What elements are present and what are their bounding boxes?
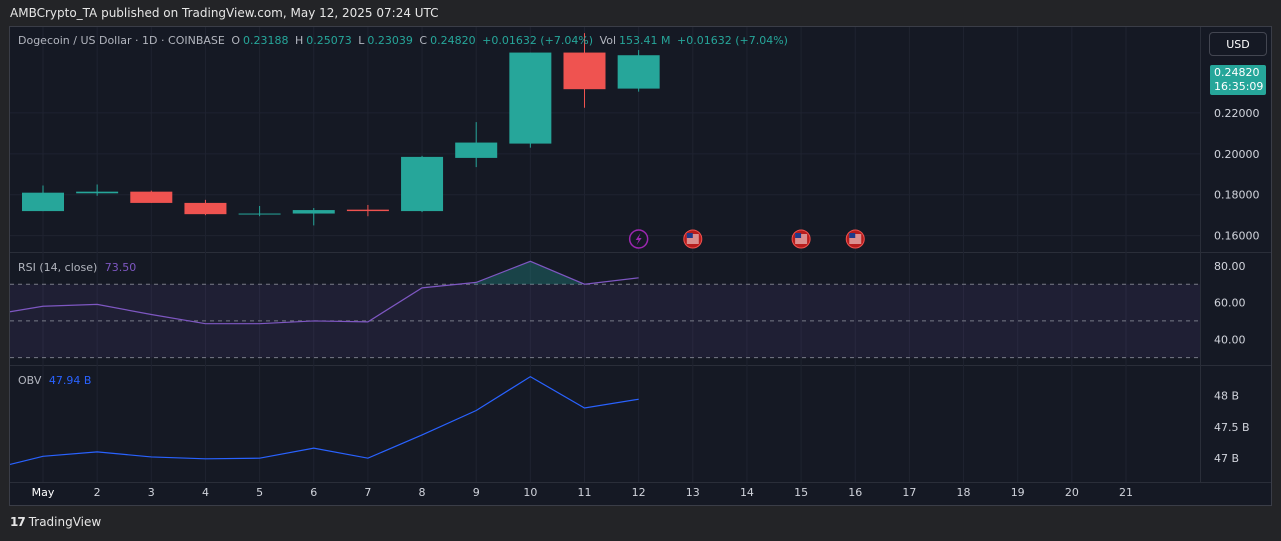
time-axis-label: 19 [1011, 486, 1025, 499]
candle-body[interactable] [184, 202, 227, 215]
obv-tick-label: 47.5 B [1214, 421, 1250, 434]
time-axis-label: 2 [94, 486, 101, 499]
volume-value: 153.41 M [619, 34, 671, 47]
candle-body[interactable] [346, 209, 389, 212]
currency-button[interactable]: USD [1209, 32, 1267, 56]
close-value: 0.24820 [430, 34, 476, 47]
price-tick-label: 0.18000 [1214, 189, 1260, 202]
time-axis-label: 10 [523, 486, 537, 499]
candle-body[interactable] [238, 213, 281, 215]
time-axis-label: 7 [364, 486, 371, 499]
time-axis-label: 3 [148, 486, 155, 499]
time-axis-label: 18 [957, 486, 971, 499]
time-axis-label: 20 [1065, 486, 1079, 499]
time-axis-label: 17 [902, 486, 916, 499]
volume-label: Vol [599, 34, 617, 47]
obv-value: 47.94 B [48, 374, 92, 387]
time-axis-label: 12 [632, 486, 646, 499]
time-axis-label: 15 [794, 486, 808, 499]
candle-body[interactable] [401, 156, 444, 212]
obv-label[interactable]: OBV [18, 374, 41, 387]
time-axis-label: 4 [202, 486, 209, 499]
candle-body[interactable] [130, 191, 173, 203]
footer-brand: TradingView [28, 515, 102, 529]
high-label: H [295, 34, 304, 47]
time-axis-label: 11 [578, 486, 592, 499]
low-label: L [358, 34, 365, 47]
change-value: +0.01632 (+7.04%) [482, 34, 594, 47]
obv-line[interactable] [9, 375, 639, 466]
us-flag-icon [795, 233, 802, 238]
price-tick-label: 0.22000 [1214, 107, 1260, 120]
time-axis-label: 13 [686, 486, 700, 499]
candle-body[interactable] [617, 55, 660, 89]
symbol-name[interactable]: Dogecoin / US Dollar · 1D · COINBASE [18, 34, 225, 47]
time-axis-label: May [32, 486, 55, 499]
rsi-tick-label: 80.00 [1214, 260, 1246, 273]
rsi-tick-label: 40.00 [1214, 333, 1246, 346]
bar-countdown: 16:35:09 [1214, 80, 1264, 93]
chart-canvas[interactable]: 0.220000.200000.180000.1600080.0060.0040… [0, 0, 1281, 541]
candle-body[interactable] [292, 210, 335, 214]
last-price: 0.24820 [1214, 66, 1260, 79]
time-axis-label: 6 [310, 486, 317, 499]
tradingview-footer: 17 TradingView [10, 515, 101, 529]
candle-body[interactable] [22, 192, 64, 212]
rsi-legend: RSI (14, close) 73.50 [18, 261, 136, 274]
open-value: 0.23188 [243, 34, 289, 47]
high-value: 0.25073 [306, 34, 352, 47]
time-axis-label: 5 [256, 486, 263, 499]
us-flag-icon [849, 233, 856, 238]
candle-body[interactable] [563, 52, 606, 90]
tradingview-logo-icon: 17 [10, 515, 26, 529]
obv-legend: OBV 47.94 B [18, 374, 91, 387]
time-axis-label: 9 [473, 486, 480, 499]
rsi-label[interactable]: RSI (14, close) [18, 261, 97, 274]
obv-tick-label: 48 B [1214, 389, 1239, 402]
open-label: O [231, 34, 240, 47]
candle-body[interactable] [76, 191, 119, 194]
rsi-tick-label: 60.00 [1214, 297, 1246, 310]
time-axis-label: 14 [740, 486, 754, 499]
price-tick-label: 0.16000 [1214, 230, 1260, 243]
candle-body[interactable] [455, 142, 498, 158]
low-value: 0.23039 [367, 34, 413, 47]
last-price-tag: 0.24820 16:35:09 [1210, 65, 1266, 95]
time-axis-label: 16 [848, 486, 862, 499]
time-axis-label: 21 [1119, 486, 1133, 499]
candle-body[interactable] [509, 52, 552, 144]
rsi-overbought-fill [471, 261, 585, 285]
volume-change: +0.01632 (+7.04%) [677, 34, 788, 47]
obv-tick-label: 47 B [1214, 452, 1239, 465]
close-label: C [419, 34, 428, 47]
us-flag-icon [686, 233, 693, 238]
rsi-value: 73.50 [104, 261, 137, 274]
symbol-legend: Dogecoin / US Dollar · 1D · COINBASE O 0.… [18, 34, 791, 47]
price-tick-label: 0.20000 [1214, 148, 1260, 161]
time-axis-label: 8 [419, 486, 426, 499]
